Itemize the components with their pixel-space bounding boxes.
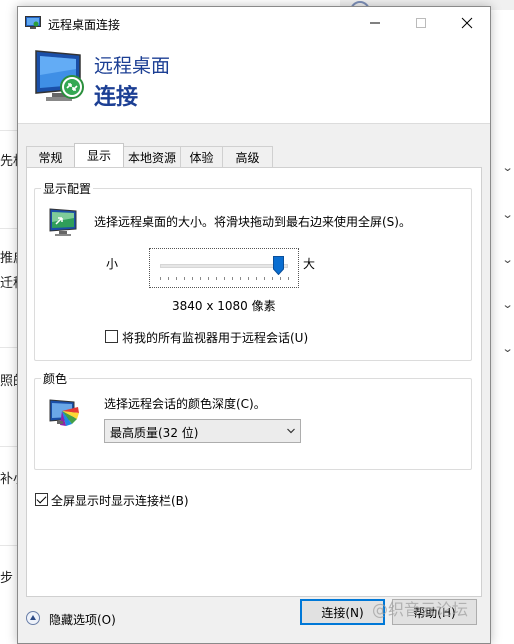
maximize-button[interactable] bbox=[398, 7, 444, 39]
colors-group: 颜色 选择远程会话的颜色深度(C)。 最高质量(32 位) bbox=[34, 370, 472, 470]
hide-options-toggle-icon[interactable] bbox=[26, 611, 40, 625]
slider-tick bbox=[272, 277, 273, 280]
remote-desktop-logo-icon bbox=[35, 50, 84, 101]
slider-tick bbox=[280, 277, 281, 280]
close-button[interactable] bbox=[444, 7, 490, 39]
minimize-icon bbox=[370, 22, 380, 24]
slider-tick bbox=[160, 277, 161, 280]
fullscreen-bar-checkbox[interactable] bbox=[35, 493, 48, 506]
chevron-down-icon[interactable]: ⌄ bbox=[502, 253, 514, 266]
header-title-line2: 连接 bbox=[94, 85, 139, 110]
display-tab-panel: 显示配置 选择远程桌面的大小。将滑块拖动到最右边来使用全屏(S)。 小 大 38… bbox=[26, 167, 482, 597]
display-config-legend: 显示配置 bbox=[41, 180, 94, 197]
slider-tick bbox=[184, 277, 185, 280]
slider-max-label: 大 bbox=[303, 257, 316, 271]
fullscreen-bar-label[interactable]: 全屏显示时显示连接栏(B) bbox=[51, 492, 189, 509]
header-title-line1: 远程桌面 bbox=[94, 55, 171, 77]
display-size-description: 选择远程桌面的大小。将滑块拖动到最右边来使用全屏(S)。 bbox=[94, 215, 411, 229]
color-depth-value: 最高质量(32 位) bbox=[110, 426, 199, 440]
slider-tick bbox=[168, 277, 169, 280]
remote-desktop-app-icon bbox=[25, 16, 41, 29]
slider-tick bbox=[224, 277, 225, 280]
hide-options-label[interactable]: 隐藏选项(O) bbox=[49, 611, 116, 628]
tab-experience[interactable]: 体验 bbox=[180, 146, 223, 167]
chevron-down-icon[interactable]: ⌄ bbox=[502, 342, 514, 355]
background-divider bbox=[0, 228, 18, 229]
slider-tick bbox=[192, 277, 193, 280]
slider-tick bbox=[176, 277, 177, 280]
slider-track bbox=[160, 264, 288, 268]
minimize-button[interactable] bbox=[352, 7, 398, 39]
colors-legend: 颜色 bbox=[41, 370, 70, 387]
display-size-slider[interactable] bbox=[149, 248, 299, 288]
slider-tick bbox=[248, 277, 249, 280]
background-divider bbox=[0, 347, 18, 348]
remote-desktop-dialog: 远程桌面连接 远程桌面 连接 常规 显示 本地资源 体验 高级 显示配置 选择远… bbox=[17, 6, 491, 644]
maximize-icon bbox=[416, 18, 426, 28]
all-monitors-label[interactable]: 将我的所有监视器用于远程会话(U) bbox=[122, 329, 308, 346]
slider-tick bbox=[264, 277, 265, 280]
tab-advanced[interactable]: 高级 bbox=[222, 146, 273, 167]
slider-tick bbox=[288, 277, 289, 280]
dialog-header: 远程桌面 连接 bbox=[18, 39, 490, 124]
slider-tick bbox=[256, 277, 257, 280]
chevron-down-icon[interactable]: ⌄ bbox=[502, 298, 514, 311]
slider-tick bbox=[216, 277, 217, 280]
slider-tick bbox=[240, 277, 241, 280]
slider-tick bbox=[208, 277, 209, 280]
tab-local-resources[interactable]: 本地资源 bbox=[123, 146, 181, 167]
chevron-down-icon[interactable]: ⌄ bbox=[502, 208, 514, 221]
background-divider bbox=[0, 130, 18, 131]
title-bar[interactable]: 远程桌面连接 bbox=[18, 7, 490, 39]
slider-tick bbox=[232, 277, 233, 280]
chevron-down-icon[interactable]: ⌄ bbox=[502, 161, 514, 174]
color-depth-description: 选择远程会话的颜色深度(C)。 bbox=[104, 397, 266, 411]
background-divider bbox=[0, 446, 18, 447]
slider-tick bbox=[200, 277, 201, 280]
resolution-text: 3840 x 1080 像素 bbox=[172, 299, 276, 313]
all-monitors-checkbox[interactable] bbox=[105, 330, 118, 343]
color-palette-icon bbox=[49, 399, 79, 426]
tab-general[interactable]: 常规 bbox=[26, 146, 75, 167]
close-icon bbox=[461, 17, 473, 29]
background-text: 步 bbox=[0, 571, 14, 586]
background-divider bbox=[0, 545, 18, 546]
chevron-down-icon bbox=[287, 428, 295, 434]
display-config-group: 显示配置 选择远程桌面的大小。将滑块拖动到最右边来使用全屏(S)。 小 大 38… bbox=[34, 180, 472, 361]
color-depth-select[interactable]: 最高质量(32 位) bbox=[104, 419, 301, 443]
slider-thumb[interactable] bbox=[272, 256, 284, 275]
slider-min-label: 小 bbox=[106, 257, 119, 271]
monitor-icon bbox=[49, 208, 77, 236]
watermark: @织音云论坛 bbox=[372, 600, 469, 619]
window-title: 远程桌面连接 bbox=[48, 18, 121, 32]
tab-display[interactable]: 显示 bbox=[74, 143, 124, 167]
